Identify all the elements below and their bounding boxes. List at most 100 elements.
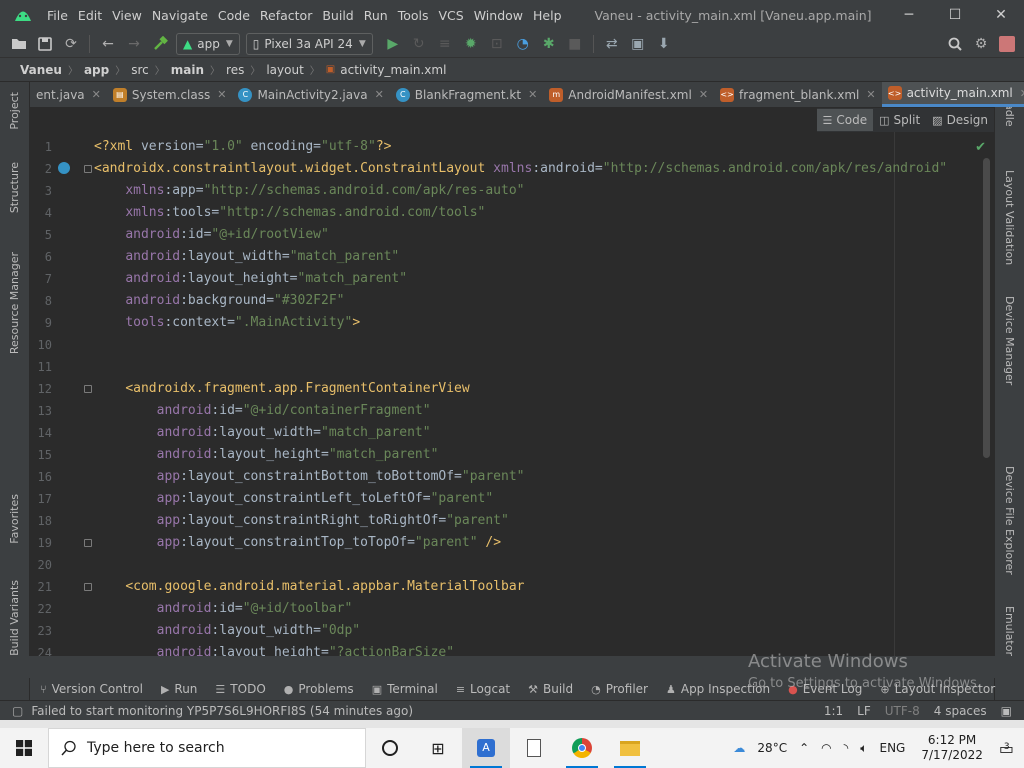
close-icon[interactable]: ✕ bbox=[375, 88, 384, 101]
close-icon[interactable]: ✕ bbox=[1020, 87, 1024, 100]
hammer-build-icon[interactable] bbox=[149, 33, 171, 55]
close-icon[interactable]: ✕ bbox=[866, 88, 875, 101]
status-message[interactable]: Failed to start monitoring YP5P7S6L9HORF… bbox=[31, 704, 413, 718]
menu-window[interactable]: Window bbox=[469, 8, 528, 23]
tool-tab-run[interactable]: ▶ Run bbox=[161, 682, 197, 696]
tool-tab-build[interactable]: ⚒ Build bbox=[528, 682, 573, 696]
sync-gradle-icon[interactable]: ⇄ bbox=[601, 33, 623, 55]
code-line[interactable] bbox=[94, 356, 994, 378]
clock[interactable]: 6:12 PM 7/17/2022 bbox=[921, 733, 983, 763]
menu-help[interactable]: Help bbox=[528, 8, 567, 23]
breadcrumb-item[interactable]: res bbox=[226, 63, 244, 77]
line-separator[interactable]: LF bbox=[857, 704, 871, 718]
code-line[interactable] bbox=[94, 554, 994, 576]
code-line[interactable]: <?xml version="1.0" encoding="utf-8"?> bbox=[94, 136, 994, 158]
lock-icon[interactable]: ▣ bbox=[1001, 704, 1012, 718]
related-activity-icon[interactable] bbox=[56, 160, 72, 176]
taskbar-search-box[interactable]: Type here to search bbox=[48, 728, 366, 768]
tool-tab-device-manager[interactable]: Device Manager bbox=[1003, 296, 1016, 385]
breadcrumb-item[interactable]: layout bbox=[266, 63, 303, 77]
breadcrumb-item[interactable]: activity_main.xml bbox=[340, 63, 446, 77]
code-content[interactable]: <?xml version="1.0" encoding="utf-8"?> <a… bbox=[94, 136, 994, 656]
open-folder-icon[interactable] bbox=[8, 33, 30, 55]
code-line[interactable]: app:layout_constraintBottom_toBottomOf="… bbox=[94, 466, 994, 488]
weather-icon[interactable]: ☁ bbox=[733, 741, 745, 755]
avatar[interactable] bbox=[996, 33, 1018, 55]
taskbar-app-file-icon[interactable] bbox=[510, 728, 558, 768]
code-line[interactable] bbox=[94, 334, 994, 356]
notification-center-icon[interactable]: ▭ 3 bbox=[999, 739, 1014, 758]
tool-tab-terminal[interactable]: ▣ Terminal bbox=[372, 682, 438, 696]
forward-arrow-icon[interactable]: → bbox=[123, 33, 145, 55]
gear-icon[interactable]: ⚙ bbox=[970, 33, 992, 55]
taskbar-app-file-explorer-icon[interactable] bbox=[606, 728, 654, 768]
tab-activity-main-xml[interactable]: <> activity_main.xml ✕ bbox=[881, 82, 1024, 107]
menu-run[interactable]: Run bbox=[359, 8, 393, 23]
run-icon[interactable]: ▶ bbox=[382, 33, 404, 55]
volume-icon[interactable]: 🔈︎ bbox=[860, 741, 867, 756]
code-line[interactable]: android:id="@+id/containerFragment" bbox=[94, 400, 994, 422]
tool-tab-todo[interactable]: ☰ TODO bbox=[215, 682, 265, 696]
menu-code[interactable]: Code bbox=[213, 8, 255, 23]
code-line[interactable]: android:layout_height="match_parent" bbox=[94, 268, 994, 290]
tool-tab-project[interactable]: Project bbox=[8, 92, 21, 130]
menu-vcs[interactable]: VCS bbox=[434, 8, 469, 23]
code-line[interactable]: <com.google.android.material.appbar.Mate… bbox=[94, 576, 994, 598]
indent-setting[interactable]: 4 spaces bbox=[934, 704, 987, 718]
menu-navigate[interactable]: Navigate bbox=[147, 8, 213, 23]
breadcrumb-item[interactable]: Vaneu bbox=[20, 63, 62, 77]
breadcrumb-item[interactable]: main bbox=[171, 63, 204, 77]
menu-refactor[interactable]: Refactor bbox=[255, 8, 317, 23]
save-icon[interactable] bbox=[34, 33, 56, 55]
maximize-button[interactable]: ☐ bbox=[932, 0, 978, 30]
code-line[interactable]: android:id="@+id/rootView" bbox=[94, 224, 994, 246]
code-line[interactable]: android:layout_width="match_parent" bbox=[94, 246, 994, 268]
wifi-icon[interactable]: ◝ bbox=[844, 741, 849, 755]
fold-marker-icon[interactable] bbox=[84, 583, 92, 591]
tool-tab-device-file-explorer[interactable]: Device File Explorer bbox=[1003, 466, 1016, 575]
device-manager-icon[interactable]: ▣ bbox=[627, 33, 649, 55]
profiler-gauge-icon[interactable]: ◔ bbox=[512, 33, 534, 55]
code-line[interactable]: tools:context=".MainActivity"> bbox=[94, 312, 994, 334]
task-view-icon[interactable]: ⊞ bbox=[414, 728, 462, 768]
stop-icon[interactable]: ■ bbox=[564, 33, 586, 55]
view-mode-design[interactable]: ▨ Design bbox=[926, 109, 994, 131]
device-select[interactable]: ▯ Pixel 3a API 24 ▼ bbox=[245, 32, 373, 55]
code-line[interactable]: android:background="#302F2F" bbox=[94, 290, 994, 312]
file-encoding[interactable]: UTF-8 bbox=[885, 704, 920, 718]
back-arrow-icon[interactable]: ← bbox=[97, 33, 119, 55]
chevron-up-icon[interactable]: ⌃ bbox=[799, 741, 809, 755]
attach-debugger-icon[interactable]: ⊡ bbox=[486, 33, 508, 55]
close-icon[interactable]: ✕ bbox=[92, 88, 101, 101]
cortana-icon[interactable] bbox=[366, 728, 414, 768]
run-configuration-select[interactable]: ▲ app ▼ bbox=[176, 32, 240, 55]
close-button[interactable]: ✕ bbox=[978, 0, 1024, 30]
tool-tab-build-variants[interactable]: Build Variants bbox=[8, 580, 21, 656]
taskbar-app-chrome-icon[interactable] bbox=[558, 728, 606, 768]
close-icon[interactable]: ✕ bbox=[217, 88, 226, 101]
tab-fragment-blank-xml[interactable]: <> fragment_blank.xml ✕ bbox=[714, 82, 882, 107]
tool-tab-profiler[interactable]: ◔ Profiler bbox=[591, 682, 648, 696]
code-line[interactable]: app:layout_constraintTop_toTopOf="parent… bbox=[94, 532, 994, 554]
taskbar-app-android-studio-icon[interactable]: A bbox=[462, 728, 510, 768]
sdk-manager-icon[interactable]: ⬇ bbox=[653, 33, 675, 55]
menu-view[interactable]: View bbox=[107, 8, 147, 23]
toggle-tool-windows-icon[interactable]: ▢ bbox=[12, 704, 23, 718]
breadcrumb-item[interactable]: src bbox=[131, 63, 149, 77]
code-line[interactable]: android:layout_width="0dp" bbox=[94, 620, 994, 642]
view-mode-code[interactable]: ☰ Code bbox=[816, 109, 874, 131]
menu-build[interactable]: Build bbox=[317, 8, 358, 23]
tab-androidmanifest-xml[interactable]: m AndroidManifest.xml ✕ bbox=[543, 82, 714, 107]
apply-changes-icon[interactable]: ≡ bbox=[434, 33, 456, 55]
code-line[interactable]: android:layout_height="match_parent" bbox=[94, 444, 994, 466]
fold-marker-icon[interactable] bbox=[84, 165, 92, 173]
tool-tab-problems[interactable]: ● Problems bbox=[284, 682, 354, 696]
weather-temperature[interactable]: 28°C bbox=[757, 741, 787, 755]
tool-tab-layout-validation[interactable]: Layout Validation bbox=[1003, 170, 1016, 265]
menu-file[interactable]: File bbox=[42, 8, 73, 23]
tab-system-class[interactable]: ▤ System.class ✕ bbox=[107, 82, 233, 107]
search-icon[interactable] bbox=[944, 33, 966, 55]
tab-ent-java[interactable]: ent.java ✕ bbox=[30, 82, 107, 107]
code-line[interactable]: app:layout_constraintLeft_toLeftOf="pare… bbox=[94, 488, 994, 510]
code-line[interactable]: <androidx.fragment.app.FragmentContainer… bbox=[94, 378, 994, 400]
